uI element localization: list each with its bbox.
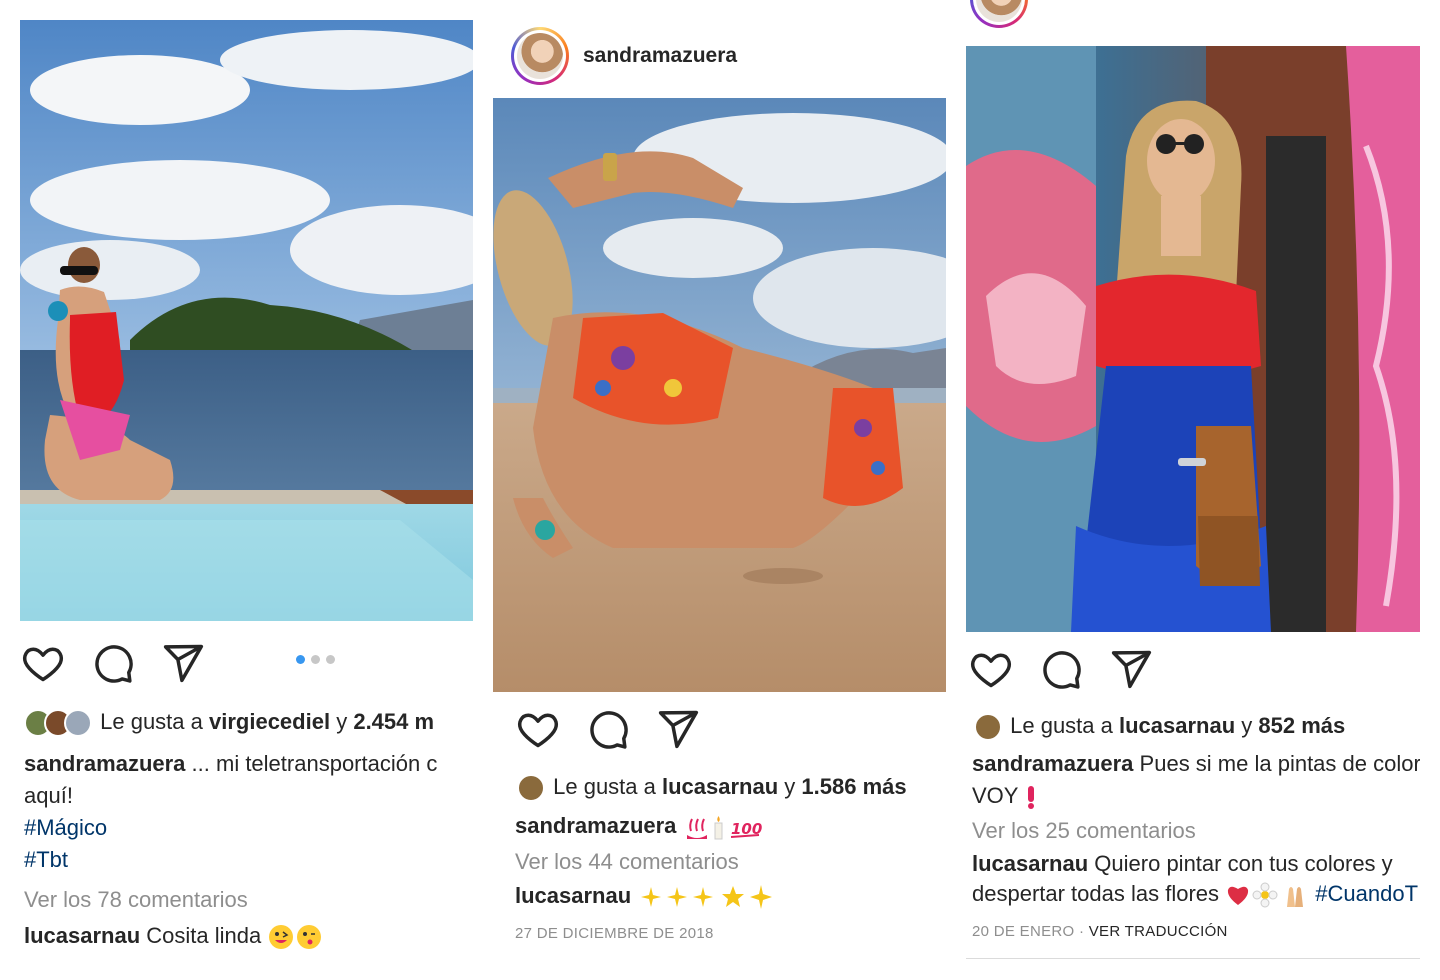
liker-avatars[interactable] (24, 709, 92, 738)
likes-prefix: Le gusta a (100, 709, 203, 734)
caption-text: ... mi teletransportación c (191, 751, 438, 776)
emoji-heart-flower-hands-icon (1228, 882, 1304, 908)
date-row: 20 DE ENERO · VER TRADUCCIÓN (972, 916, 1420, 948)
like-button[interactable] (968, 646, 1014, 692)
action-bar (515, 706, 725, 752)
caption-line2-text: VOY (972, 783, 1019, 808)
likes-count[interactable]: 1.586 más (801, 774, 906, 799)
heart-icon (23, 647, 63, 682)
likes-line: Le gusta a lucasarnau y 1.586 más (517, 771, 946, 803)
post-photo-mural[interactable] (966, 46, 1420, 632)
post-username[interactable]: sandramazuera (583, 44, 737, 68)
liker-username[interactable]: virgiecediel (209, 709, 330, 734)
caption: sandramazuera Pues si me la pintas de co… (972, 748, 1420, 780)
comment-username[interactable]: lucasarnau (24, 923, 140, 948)
likes-connector: y (1241, 713, 1253, 738)
divider (966, 958, 1420, 959)
avatar (974, 713, 1002, 742)
hashtag[interactable]: #Mágico (24, 812, 473, 844)
emoji-sparkles-star-icon (641, 885, 773, 910)
post-header: sandramazuera (511, 27, 737, 85)
comment-button[interactable] (90, 640, 136, 686)
post-3: Le gusta a lucasarnau y 852 más sandrama… (966, 0, 1420, 980)
profile-avatar[interactable] (511, 27, 569, 85)
caption: sandramazuera 100 (515, 810, 946, 842)
post-date: 20 DE ENERO (972, 923, 1075, 940)
likes-line: Le gusta a virgiecediel y 2.454 m (24, 706, 473, 738)
comment: lucasarnau Cosita linda (24, 920, 473, 952)
liker-avatars[interactable] (974, 713, 1002, 742)
liker-avatars[interactable] (517, 774, 545, 803)
dot-separator: · (1078, 923, 1085, 940)
comment: lucasarnau Quiero pintar con tus colores… (972, 848, 1420, 880)
likes-connector: y (784, 774, 796, 799)
action-bar (968, 646, 1178, 692)
emoji-hotspring-candle-100-icon: 100 (686, 816, 762, 840)
translate-link[interactable]: VER TRADUCCIÓN (1089, 923, 1228, 940)
profile-avatar-partial[interactable] (970, 0, 1028, 28)
hashtag[interactable]: #Tbt (24, 844, 473, 876)
action-bar (20, 640, 230, 686)
comment-icon (1043, 651, 1081, 689)
avatar (517, 774, 545, 803)
view-comments-link[interactable]: Ver los 78 comentarios (24, 884, 473, 916)
like-button[interactable] (20, 640, 66, 686)
carousel-dot-active (296, 655, 305, 664)
likes-line: Le gusta a lucasarnau y 852 más (974, 710, 1420, 742)
post-photo-beach[interactable] (493, 98, 946, 692)
caption-username[interactable]: sandramazuera (24, 751, 185, 776)
caption-text: Pues si me la pintas de color (1139, 751, 1420, 776)
exclamation-icon (1028, 786, 1035, 810)
comment-line2-text: despertar todas las flores (972, 881, 1220, 906)
share-button[interactable] (1108, 646, 1154, 692)
likes-count[interactable]: 2.454 m (353, 709, 434, 734)
emoji-faces-icon (269, 925, 322, 950)
comment-line2: despertar todas las flores #CuandoT (972, 878, 1420, 910)
comment: lucasarnau (515, 880, 946, 912)
carousel-indicator[interactable] (296, 655, 335, 664)
comment-text: Cosita linda (146, 923, 262, 948)
post-2: sandramazuera Le gusta a lucasarnau y 1.… (493, 0, 946, 980)
caption-username[interactable]: sandramazuera (515, 813, 676, 838)
likes-count[interactable]: 852 más (1258, 713, 1345, 738)
share-icon (163, 644, 204, 683)
comment-username[interactable]: lucasarnau (972, 851, 1088, 876)
caption-username[interactable]: sandramazuera (972, 751, 1133, 776)
post-1: Le gusta a virgiecediel y 2.454 m sandra… (20, 0, 473, 980)
likes-connector: y (336, 709, 348, 734)
comment-icon (590, 711, 628, 749)
caption: sandramazuera ... mi teletransportación … (24, 748, 473, 780)
avatar (64, 709, 92, 738)
share-icon (658, 710, 699, 749)
view-comments-link[interactable]: Ver los 25 comentarios (972, 815, 1420, 847)
heart-icon (971, 653, 1011, 688)
comment-button[interactable] (1038, 646, 1084, 692)
carousel-dot (311, 655, 320, 664)
carousel-dot (326, 655, 335, 664)
hashtag[interactable]: #CuandoT (1315, 881, 1418, 906)
view-comments-link[interactable]: Ver los 44 comentarios (515, 846, 946, 878)
comment-text: Quiero pintar con tus colores y (1094, 851, 1393, 876)
likes-prefix: Le gusta a (1010, 713, 1113, 738)
like-button[interactable] (515, 706, 561, 752)
liker-username[interactable]: lucasarnau (662, 774, 778, 799)
comment-username[interactable]: lucasarnau (515, 883, 631, 908)
caption-line2: VOY (972, 780, 1420, 812)
comment-icon (95, 645, 133, 683)
liker-username[interactable]: lucasarnau (1119, 713, 1235, 738)
post-date: 27 DE DICIEMBRE DE 2018 (515, 925, 714, 942)
share-button[interactable] (160, 640, 206, 686)
likes-prefix: Le gusta a (553, 774, 656, 799)
share-button[interactable] (655, 706, 701, 752)
caption-line2: aquí! (24, 783, 73, 808)
heart-icon (518, 713, 558, 748)
share-icon (1111, 650, 1152, 689)
comment-button[interactable] (585, 706, 631, 752)
post-photo-pool[interactable] (20, 20, 473, 621)
